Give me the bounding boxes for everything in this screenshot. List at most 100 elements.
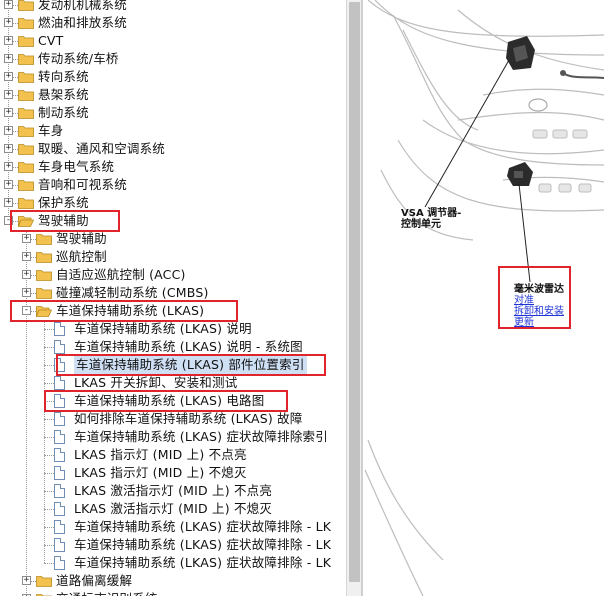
- tree-item-label[interactable]: 车道保持辅助系统 (LKAS) 部件位置索引: [74, 356, 307, 374]
- tree-folder-item[interactable]: + 车身电气系统: [0, 158, 346, 176]
- expand-icon[interactable]: +: [4, 108, 13, 117]
- folder-icon: [18, 144, 34, 155]
- tree-folder-item[interactable]: + 碰撞减轻制动系统 (CMBS): [0, 284, 346, 302]
- tree-folder-item[interactable]: + 保护系统: [0, 194, 346, 212]
- expand-icon[interactable]: +: [22, 252, 31, 261]
- expand-icon[interactable]: +: [4, 144, 13, 153]
- tree-folder-item[interactable]: + 燃油和排放系统: [0, 14, 346, 32]
- tree-item-label[interactable]: 车身: [38, 122, 63, 140]
- collapse-icon[interactable]: -: [4, 216, 13, 225]
- tree-folder-item[interactable]: + 悬架系统: [0, 86, 346, 104]
- tree-folder-item[interactable]: - 车道保持辅助系统 (LKAS): [0, 302, 346, 320]
- tree-document-item[interactable]: 车道保持辅助系统 (LKAS) 说明: [0, 320, 346, 338]
- tree-folder-item[interactable]: + 道路偏离缓解: [0, 572, 346, 590]
- tree-folder-item[interactable]: + 传动系统/车桥: [0, 50, 346, 68]
- tree-item-label[interactable]: 燃油和排放系统: [38, 14, 127, 32]
- tree-folder-item[interactable]: + 驾驶辅助: [0, 230, 346, 248]
- tree-document-item[interactable]: 车道保持辅助系统 (LKAS) 症状故障排除索引: [0, 428, 346, 446]
- tree-item-label[interactable]: 取暖、通风和空调系统: [38, 140, 165, 158]
- tree-item-label[interactable]: 车道保持辅助系统 (LKAS) 电路图: [74, 392, 264, 410]
- expand-icon[interactable]: +: [4, 126, 13, 135]
- folder-icon: [36, 234, 52, 245]
- expand-icon[interactable]: +: [4, 180, 13, 189]
- tree-item-label[interactable]: 道路偏离缓解: [56, 572, 132, 590]
- tree-folder-item[interactable]: + 发动机机械系统: [0, 0, 346, 14]
- tree-item-label[interactable]: 转向系统: [38, 68, 89, 86]
- tree-item-label[interactable]: 车道保持辅助系统 (LKAS) 症状故障排除索引: [74, 428, 328, 446]
- expand-icon[interactable]: +: [22, 288, 31, 297]
- tree-item-label[interactable]: 保护系统: [38, 194, 89, 212]
- document-icon: [54, 412, 65, 426]
- tree-item-label[interactable]: 音响和可视系统: [38, 176, 127, 194]
- tree-item-label[interactable]: 悬架系统: [38, 86, 89, 104]
- expand-icon[interactable]: +: [4, 18, 13, 27]
- tree-folder-item[interactable]: +交通标志识别系统: [0, 590, 346, 596]
- tree-item-label[interactable]: 制动系统: [38, 104, 89, 122]
- tree-folder-item[interactable]: + 制动系统: [0, 104, 346, 122]
- tree-item-label[interactable]: LKAS 指示灯 (MID 上) 不点亮: [74, 446, 247, 464]
- tree-document-item[interactable]: LKAS 开关拆卸、安装和测试: [0, 374, 346, 392]
- tree-item-label[interactable]: LKAS 激活指示灯 (MID 上) 不点亮: [74, 482, 272, 500]
- expand-icon[interactable]: +: [4, 36, 13, 45]
- tree-document-item[interactable]: LKAS 激活指示灯 (MID 上) 不熄灭: [0, 500, 346, 518]
- tree-document-item[interactable]: 车道保持辅助系统 (LKAS) 症状故障排除 - LK: [0, 518, 346, 536]
- tree-item-label[interactable]: 驾驶辅助: [38, 212, 89, 230]
- expand-icon[interactable]: +: [22, 270, 31, 279]
- tree-item-label[interactable]: 碰撞减轻制动系统 (CMBS): [56, 284, 209, 302]
- tree-item-label[interactable]: 车道保持辅助系统 (LKAS) 症状故障排除 - LK: [74, 518, 331, 536]
- tree-folder-item[interactable]: + CVT: [0, 32, 346, 50]
- tree-folder-item[interactable]: + 取暖、通风和空调系统: [0, 140, 346, 158]
- tree-item-label[interactable]: 传动系统/车桥: [38, 50, 119, 68]
- expand-icon[interactable]: +: [4, 54, 13, 63]
- tree-item-label[interactable]: 发动机机械系统: [38, 0, 127, 14]
- folder-open-icon: [18, 216, 34, 227]
- tree-item-label[interactable]: LKAS 开关拆卸、安装和测试: [74, 374, 237, 392]
- tree-folder-item[interactable]: + 转向系统: [0, 68, 346, 86]
- tree-item-label[interactable]: LKAS 激活指示灯 (MID 上) 不熄灭: [74, 500, 272, 518]
- tree-item-label[interactable]: 如何排除车道保持辅助系统 (LKAS) 故障: [74, 410, 303, 428]
- tree-folder-item[interactable]: - 驾驶辅助: [0, 212, 346, 230]
- tree-item-label[interactable]: 车道保持辅助系统 (LKAS) 说明 - 系统图: [74, 338, 303, 356]
- navigation-tree[interactable]: + 发动机机械系统 + 燃油和排放系统 + CVT + 传动系统/车桥 + 转向系统 + 悬架系统 + 制…: [0, 0, 346, 596]
- tree-item-label[interactable]: LKAS 指示灯 (MID 上) 不熄灭: [74, 464, 247, 482]
- tree-item-label[interactable]: 车道保持辅助系统 (LKAS): [56, 302, 204, 320]
- tree-document-item[interactable]: LKAS 指示灯 (MID 上) 不点亮: [0, 446, 346, 464]
- tree-document-item[interactable]: LKAS 指示灯 (MID 上) 不熄灭: [0, 464, 346, 482]
- tree-document-item[interactable]: 车道保持辅助系统 (LKAS) 电路图: [0, 392, 346, 410]
- tree-item-label[interactable]: 交通标志识别系统: [56, 590, 158, 596]
- scrollbar-thumb[interactable]: [349, 2, 360, 582]
- tree-item-label[interactable]: 巡航控制: [56, 248, 107, 266]
- radar-link-update[interactable]: 更新: [514, 317, 564, 328]
- tree-folder-item[interactable]: + 车身: [0, 122, 346, 140]
- expand-icon[interactable]: +: [4, 90, 13, 99]
- tree-item-label[interactable]: 车道保持辅助系统 (LKAS) 症状故障排除 - LK: [74, 536, 331, 554]
- tree-folder-item[interactable]: + 自适应巡航控制 (ACC): [0, 266, 346, 284]
- tree-document-item[interactable]: 车道保持辅助系统 (LKAS) 说明 - 系统图: [0, 338, 346, 356]
- document-icon: [54, 484, 65, 498]
- tree-scrollbar[interactable]: [346, 0, 361, 596]
- tree-folder-item[interactable]: + 巡航控制: [0, 248, 346, 266]
- tree-folder-item[interactable]: + 音响和可视系统: [0, 176, 346, 194]
- tree-item-label[interactable]: 车道保持辅助系统 (LKAS) 说明: [74, 320, 252, 338]
- tree-item-label[interactable]: 自适应巡航控制 (ACC): [56, 266, 186, 284]
- tree-document-item[interactable]: 车道保持辅助系统 (LKAS) 症状故障排除 - LK: [0, 536, 346, 554]
- radar-callout: 毫米波雷达 对准 拆卸和安装 更新: [514, 284, 564, 328]
- tree-item-label[interactable]: 车道保持辅助系统 (LKAS) 症状故障排除 - LK: [74, 554, 331, 572]
- expand-icon[interactable]: +: [4, 162, 13, 171]
- expand-icon[interactable]: +: [22, 576, 31, 585]
- tree-item-label[interactable]: CVT: [38, 32, 64, 50]
- radar-link-alignment[interactable]: 对准: [514, 295, 564, 306]
- tree-item-label[interactable]: 驾驶辅助: [56, 230, 107, 248]
- expand-icon[interactable]: +: [22, 234, 31, 243]
- radar-link-removal-installation[interactable]: 拆卸和安装: [514, 306, 564, 317]
- tree-document-item[interactable]: LKAS 激活指示灯 (MID 上) 不点亮: [0, 482, 346, 500]
- expand-icon[interactable]: +: [4, 198, 13, 207]
- expand-icon[interactable]: +: [4, 72, 13, 81]
- tree-document-item[interactable]: 车道保持辅助系统 (LKAS) 部件位置索引: [0, 356, 346, 374]
- tree-document-item[interactable]: 如何排除车道保持辅助系统 (LKAS) 故障: [0, 410, 346, 428]
- tree-document-item[interactable]: 车道保持辅助系统 (LKAS) 症状故障排除 - LK: [0, 554, 346, 572]
- tree-item-label[interactable]: 车身电气系统: [38, 158, 114, 176]
- folder-icon: [36, 288, 52, 299]
- expand-icon[interactable]: +: [4, 0, 13, 9]
- collapse-icon[interactable]: -: [22, 306, 31, 315]
